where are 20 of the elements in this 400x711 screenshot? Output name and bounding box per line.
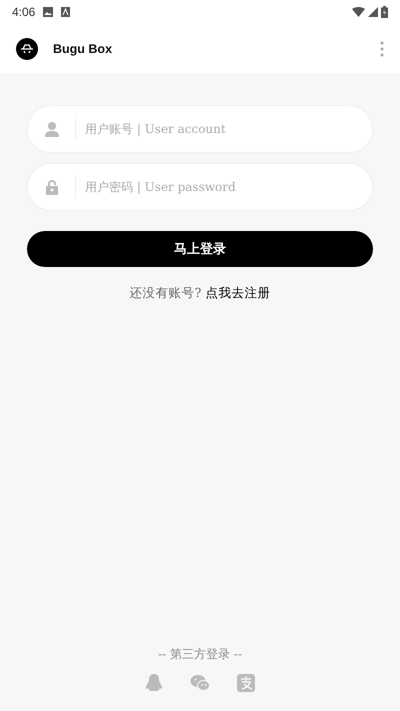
register-link[interactable]: 点我去注册: [205, 285, 270, 302]
penguin-icon[interactable]: [144, 673, 164, 693]
third-party-title: -- 第三方登录 --: [158, 646, 242, 663]
signal-icon: [368, 7, 378, 17]
account-field[interactable]: 用户账号 | User account: [27, 105, 373, 153]
app-title: Bugu Box: [53, 42, 112, 56]
register-prompt: 还没有账号?: [130, 285, 202, 302]
chat-bubbles-icon[interactable]: [190, 673, 210, 693]
login-button[interactable]: 马上登录: [27, 231, 373, 267]
battery-icon: [381, 6, 388, 18]
payment-icon[interactable]: [236, 673, 256, 693]
padlock-icon: [44, 179, 60, 195]
image-icon: [43, 7, 54, 17]
logo-icon: [16, 38, 38, 60]
more-icon[interactable]: [380, 41, 384, 57]
status-time: 4:06: [12, 5, 36, 19]
person-icon: [44, 121, 60, 137]
wifi-icon: [352, 7, 365, 17]
letter-box-icon: [61, 7, 70, 17]
password-field[interactable]: 用户密码 | User password: [27, 163, 373, 211]
